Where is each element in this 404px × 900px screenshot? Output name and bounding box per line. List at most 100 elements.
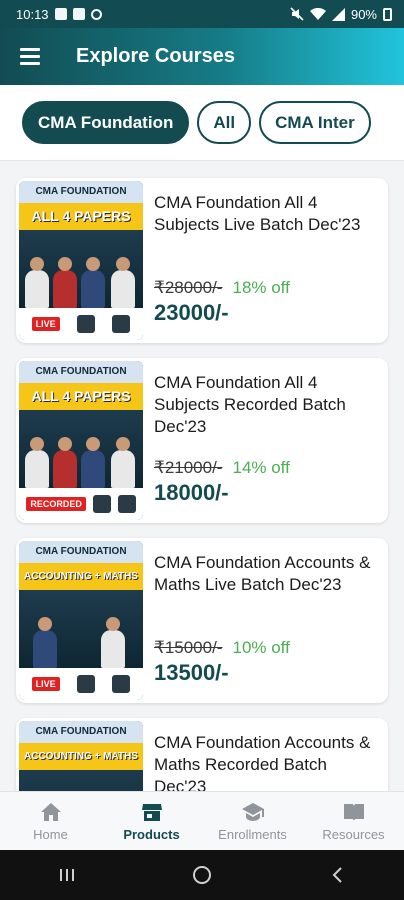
recorded-tag: RECORDED xyxy=(26,497,86,511)
thumbnail-faculty xyxy=(19,230,143,308)
hamburger-icon xyxy=(20,55,40,58)
course-title: CMA Foundation All 4 Subjects Recorded B… xyxy=(154,373,346,436)
discount-label: 14% off xyxy=(232,458,290,477)
discount-label: 10% off xyxy=(232,638,290,657)
institute-logo xyxy=(77,675,95,693)
thumbnail-footer: LIVE xyxy=(19,668,143,700)
filter-chip-cma-inter[interactable]: CMA Inter xyxy=(259,101,371,144)
battery-icon xyxy=(383,7,392,21)
thumbnail-header: CMA FOUNDATION DEC'23 xyxy=(19,541,143,579)
system-nav-bar xyxy=(0,850,404,900)
battery-percent: 90% xyxy=(350,6,377,22)
original-price: ₹21000/- xyxy=(154,458,223,477)
faculty-figure xyxy=(81,437,105,488)
course-list[interactable]: CMA FOUNDATION DEC'23 ALL 4 PAPERS LIVE … xyxy=(0,161,404,791)
course-thumbnail: CMA FOUNDATION DEC'23 ALL 4 PAPERS LIVE xyxy=(19,181,143,340)
institute-logo xyxy=(77,315,95,333)
institute-logo xyxy=(112,675,131,693)
image-notification-icon xyxy=(54,8,67,20)
thumbnail-band: ALL 4 PAPERS xyxy=(19,383,143,410)
graduation-cap-icon xyxy=(241,802,264,821)
course-info: CMA Foundation All 4 Subjects Live Batch… xyxy=(154,192,379,236)
nav-home-label: Home xyxy=(33,826,68,842)
faculty-figure xyxy=(53,257,77,308)
thumbnail-header: CMA FOUNDATION DEC'23 xyxy=(19,181,143,219)
store-icon xyxy=(141,803,162,821)
filter-chip-all[interactable]: All xyxy=(197,101,252,144)
course-card[interactable]: CMA FOUNDATION DEC'23 ALL 4 PAPERS LIVE … xyxy=(16,178,388,343)
thumbnail-band: ALL 4 PAPERS xyxy=(19,203,143,230)
course-title: CMA Foundation Accounts & Maths Recorded… xyxy=(154,733,371,791)
home-button[interactable] xyxy=(182,855,222,895)
app-bar: Explore Courses xyxy=(0,28,404,85)
home-circle-icon xyxy=(192,866,211,884)
original-price: ₹15000/- xyxy=(154,638,223,657)
course-card[interactable]: CMA FOUNDATION DEC'23 ACCOUNTING + MATHS… xyxy=(16,538,388,703)
mute-icon xyxy=(290,7,304,21)
thumbnail-band: ACCOUNTING + MATHS xyxy=(19,563,143,590)
current-price: 18000/- xyxy=(154,480,229,505)
nav-resources[interactable]: Resources xyxy=(303,792,404,850)
thumbnail-band: ACCOUNTING + MATHS xyxy=(19,743,143,770)
original-price: ₹28000/- xyxy=(154,278,223,297)
faculty-figure xyxy=(33,617,57,668)
course-thumbnail: CMA FOUNDATION DEC'23 ACCOUNTING + MATHS… xyxy=(19,541,143,700)
nav-products-label: Products xyxy=(123,826,180,842)
course-thumbnail: CMA FOUNDATION DEC'23 ACCOUNTING + MATHS xyxy=(19,721,143,791)
nav-enrollments-label: Enrollments xyxy=(218,826,287,842)
institute-logo xyxy=(117,495,136,513)
course-title: CMA Foundation Accounts & Maths Live Bat… xyxy=(154,553,371,594)
thumbnail-header: CMA FOUNDATION DEC'23 xyxy=(19,361,143,399)
course-info: CMA Foundation Accounts & Maths Live Bat… xyxy=(154,552,379,596)
live-tag: LIVE xyxy=(31,317,60,331)
status-right: 90% xyxy=(290,7,392,22)
signal-icon xyxy=(331,7,345,21)
filter-chip-cma-foundation[interactable]: CMA Foundation xyxy=(22,101,190,144)
wifi-icon xyxy=(309,7,326,20)
recent-apps-icon xyxy=(60,869,75,881)
institute-logo xyxy=(92,495,111,513)
status-bar: 10:13 90% xyxy=(0,0,404,28)
bottom-navigation: Home Products Enrollments Resources xyxy=(0,791,404,850)
hamburger-icon xyxy=(20,48,40,51)
faculty-figure xyxy=(53,437,77,488)
course-thumbnail: CMA FOUNDATION DEC'23 ALL 4 PAPERS RECOR… xyxy=(19,361,143,520)
faculty-figure xyxy=(25,437,49,488)
page-title: Explore Courses xyxy=(76,45,235,67)
nav-resources-label: Resources xyxy=(322,826,385,842)
hamburger-icon xyxy=(20,62,40,65)
faculty-figure xyxy=(111,257,135,308)
back-button[interactable] xyxy=(317,855,357,895)
course-info: CMA Foundation Accounts & Maths Recorded… xyxy=(154,732,379,791)
nav-products[interactable]: Products xyxy=(101,792,202,850)
faculty-figure xyxy=(111,437,135,488)
nav-enrollments[interactable]: Enrollments xyxy=(202,792,303,850)
course-info: CMA Foundation All 4 Subjects Recorded B… xyxy=(154,372,379,438)
current-price: 23000/- xyxy=(154,300,229,325)
recent-apps-button[interactable] xyxy=(47,855,87,895)
discount-label: 18% off xyxy=(232,278,290,297)
back-chevron-icon xyxy=(332,867,342,883)
home-icon xyxy=(40,802,61,821)
nav-home[interactable]: Home xyxy=(0,792,101,850)
thumbnail-faculty xyxy=(19,770,143,791)
mail-notification-icon xyxy=(72,8,85,20)
faculty-figure xyxy=(81,257,105,308)
menu-button[interactable] xyxy=(8,35,52,79)
course-card[interactable]: CMA FOUNDATION DEC'23 ALL 4 PAPERS RECOR… xyxy=(16,358,388,523)
thumbnail-faculty xyxy=(19,410,143,488)
course-card[interactable]: CMA FOUNDATION DEC'23 ACCOUNTING + MATHS… xyxy=(16,718,388,791)
current-price: 13500/- xyxy=(154,660,229,685)
price-row: ₹21000/- 14% off xyxy=(154,458,290,478)
course-title: CMA Foundation All 4 Subjects Live Batch… xyxy=(154,193,361,234)
live-tag: LIVE xyxy=(31,677,60,691)
thumbnail-faculty xyxy=(19,590,143,668)
institute-logo xyxy=(112,315,131,333)
filter-chips: CMA Foundation All CMA Inter xyxy=(0,85,404,161)
status-left: 10:13 xyxy=(16,7,102,22)
faculty-figure xyxy=(101,617,125,668)
price-row: ₹28000/- 18% off xyxy=(154,278,290,298)
thumbnail-footer: RECORDED xyxy=(19,488,143,520)
status-time: 10:13 xyxy=(16,6,49,22)
price-row: ₹15000/- 10% off xyxy=(154,638,290,658)
